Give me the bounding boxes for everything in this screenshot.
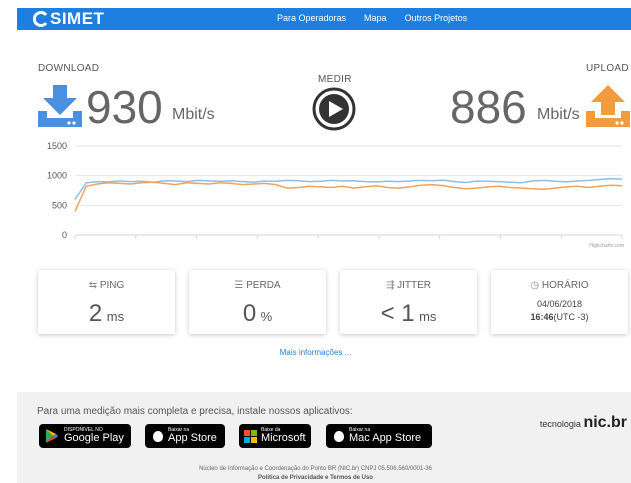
download-icon	[38, 85, 82, 127]
list-icon: ☰	[234, 280, 247, 291]
nic-br-logo: tecnologia nic.br	[540, 414, 627, 432]
nav-link-operadoras[interactable]: Para Operadoras	[277, 13, 346, 23]
loss-unit: %	[260, 309, 273, 324]
upload-series-line	[74, 181, 623, 212]
y-tick-label: 1000	[47, 171, 67, 181]
measure-label: MEDIR	[318, 74, 352, 85]
footer-install-text: Para uma medição mais completa e precisa…	[37, 406, 353, 417]
apple-icon	[334, 430, 344, 442]
ping-title: PING	[99, 280, 125, 291]
download-value: 930	[86, 81, 163, 133]
microsoft-big: Microsoft	[261, 431, 306, 444]
privacy-link[interactable]: Política de Privacidade e Termos de Uso	[0, 475, 631, 481]
upload-value: 886	[450, 81, 527, 133]
google-play-big: Google Play	[64, 431, 124, 444]
logo-swoosh-icon	[33, 11, 48, 27]
jitter-card: ⇶ JITTER < 1 ms	[340, 270, 477, 334]
time-date: 04/06/2018	[536, 299, 583, 309]
upload-icon	[586, 85, 630, 127]
ping-card: ⇆ PING 2 ms	[38, 270, 175, 334]
tech-prefix: tecnologia	[539, 419, 581, 429]
ping-unit: ms	[106, 309, 125, 324]
nav-link-outros-projetos[interactable]: Outros Projetos	[405, 13, 468, 23]
time-value: 16:46	[530, 312, 554, 322]
jitter-unit: ms	[419, 309, 437, 324]
app-store-badge[interactable]: Baixar na App Store	[145, 424, 225, 448]
loss-value: 0	[242, 300, 257, 327]
ping-icon: ⇆	[88, 280, 100, 291]
app-store-big: App Store	[168, 431, 217, 444]
upload-unit: Mbit/s	[537, 106, 580, 123]
google-play-badge[interactable]: DISPONÍVEL NO Google Play	[39, 424, 131, 448]
chart-credit[interactable]: Highcharts.com	[589, 243, 624, 249]
top-navbar: SIMET Para Operadoras Mapa Outros Projet…	[17, 8, 631, 30]
time-zone: (UTC -3)	[553, 312, 589, 322]
more-info-link[interactable]: Mais informações ...	[0, 348, 631, 357]
y-tick-label: 500	[52, 200, 67, 210]
y-tick-label: 1500	[47, 141, 67, 151]
nav-link-mapa[interactable]: Mapa	[364, 13, 387, 23]
nic-info-text: Núcleo de Informação e Coordenação do Po…	[199, 466, 432, 472]
ping-value: 2	[88, 300, 103, 327]
mac-app-store-big: Mac App Store	[349, 431, 422, 444]
apple-icon	[153, 430, 163, 442]
google-play-icon	[46, 429, 58, 443]
upload-label: UPLOAD	[586, 63, 629, 74]
jitter-value: < 1	[380, 300, 415, 327]
measure-play-button[interactable]	[312, 87, 356, 131]
mac-app-store-badge[interactable]: Baixar na Mac App Store	[326, 424, 432, 448]
simet-logo[interactable]: SIMET	[33, 9, 104, 29]
jitter-title: JITTER	[397, 280, 432, 291]
speed-chart: 1500 1000 500 0 Highcharts.com	[47, 141, 624, 249]
loss-title: PERDA	[246, 280, 281, 291]
time-title: HORÁRIO	[541, 280, 589, 291]
time-card: ◷ HORÁRIO 04/06/2018 16:46(UTC -3)	[491, 270, 628, 334]
microsoft-badge[interactable]: Baixe da Microsoft	[239, 424, 311, 448]
y-tick-label: 0	[62, 230, 67, 240]
tech-brand: nic.br	[583, 414, 627, 431]
download-label: DOWNLOAD	[38, 63, 100, 74]
loss-card: ☰ PERDA 0 %	[189, 270, 326, 334]
logo-text: SIMET	[50, 9, 105, 28]
jitter-icon: ⇶	[385, 280, 398, 291]
microsoft-icon	[244, 429, 257, 443]
clock-icon: ◷	[530, 280, 542, 291]
download-unit: Mbit/s	[172, 106, 215, 123]
